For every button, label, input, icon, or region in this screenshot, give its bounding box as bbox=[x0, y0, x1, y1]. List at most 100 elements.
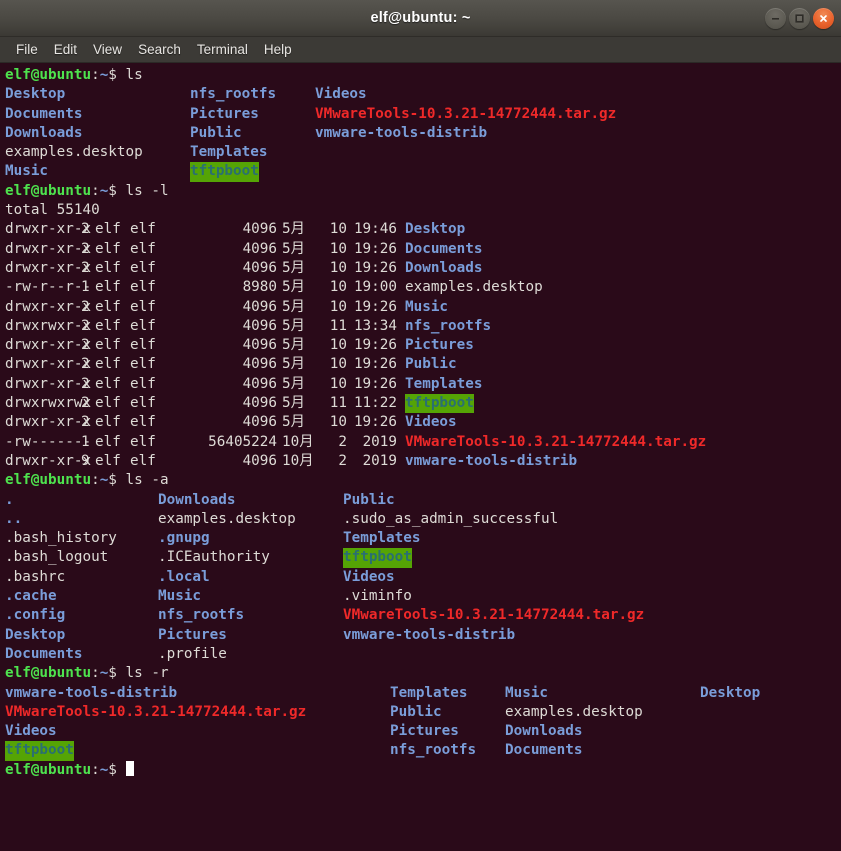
file-size: 8980 bbox=[165, 278, 277, 297]
file-entry: Desktop bbox=[5, 626, 65, 645]
close-button[interactable] bbox=[813, 8, 834, 29]
long-listing-row: -rw-r--r--1elfelf89805月1019:00examples.d… bbox=[5, 278, 841, 297]
file-name: examples.desktop bbox=[405, 278, 543, 297]
long-listing-row: drwxr-xr-x2elfelf40965月1019:26Downloads bbox=[5, 259, 841, 278]
month: 5月 bbox=[282, 317, 305, 336]
menu-item-terminal[interactable]: Terminal bbox=[189, 40, 256, 59]
file-entry: Desktop bbox=[700, 684, 760, 703]
long-listing-row: -rw-------1elfelf5640522410月22019VMwareT… bbox=[5, 433, 841, 452]
time: 19:26 bbox=[353, 298, 397, 317]
day: 10 bbox=[320, 259, 347, 278]
month: 5月 bbox=[282, 298, 305, 317]
month: 5月 bbox=[282, 413, 305, 432]
day: 10 bbox=[320, 336, 347, 355]
file-entry: Templates bbox=[343, 529, 420, 548]
output-line: Documents.profile bbox=[5, 645, 841, 664]
owner: elf bbox=[95, 259, 121, 278]
menu-item-edit[interactable]: Edit bbox=[46, 40, 85, 59]
prompt-colon: : bbox=[91, 472, 100, 488]
file-entry: .bash_logout bbox=[5, 548, 108, 567]
file-entry: tftpboot bbox=[343, 548, 412, 567]
day: 11 bbox=[320, 394, 347, 413]
file-entry: Downloads bbox=[505, 722, 582, 741]
permissions: -rw------- bbox=[5, 433, 91, 452]
prompt-command: $ ls -l bbox=[108, 183, 168, 199]
terminal-output[interactable]: elf@ubuntu:~$ ls Desktop nfs_rootfs Videos D… bbox=[0, 63, 841, 851]
file-entry: Documents bbox=[5, 105, 82, 124]
file-entry: Pictures bbox=[390, 722, 459, 741]
file-entry: examples.desktop bbox=[158, 510, 296, 529]
permissions: drwxr-xr-x bbox=[5, 452, 91, 471]
permissions: drwxr-xr-x bbox=[5, 355, 91, 374]
time: 13:34 bbox=[353, 317, 397, 336]
minimize-button[interactable] bbox=[765, 8, 786, 29]
file-size: 4096 bbox=[165, 220, 277, 239]
month: 5月 bbox=[282, 259, 305, 278]
file-entry: .ICEauthority bbox=[158, 548, 270, 567]
maximize-button[interactable] bbox=[789, 8, 810, 29]
file-size: 4096 bbox=[165, 413, 277, 432]
long-listing-row: drwxr-xr-x2elfelf40965月1019:26Templates bbox=[5, 375, 841, 394]
menu-item-help[interactable]: Help bbox=[256, 40, 300, 59]
output-line: Desktopnfs_rootfsVideos bbox=[5, 85, 841, 104]
file-size: 4096 bbox=[165, 298, 277, 317]
menu-bar: FileEditViewSearchTerminalHelp bbox=[0, 37, 841, 63]
prompt-colon: : bbox=[91, 183, 100, 199]
file-size: 4096 bbox=[165, 355, 277, 374]
output-line: Videos Pictures Downloads bbox=[5, 722, 841, 741]
link-count: 2 bbox=[81, 375, 90, 394]
permissions: drwxrwxrwx bbox=[5, 394, 91, 413]
file-name: Pictures bbox=[405, 336, 474, 355]
prompt-colon: : bbox=[91, 665, 100, 681]
long-listing-row: drwxr-xr-x2elfelf40965月1019:26Public bbox=[5, 355, 841, 374]
file-entry: .. bbox=[5, 510, 22, 529]
file-entry: nfs_rootfs bbox=[158, 606, 244, 625]
month: 10月 bbox=[282, 452, 314, 471]
link-count: 2 bbox=[81, 240, 90, 259]
prompt-line: elf@ubuntu:~$ bbox=[5, 761, 841, 780]
file-name: Desktop bbox=[405, 220, 465, 239]
long-listing-row: drwxr-xr-x2elfelf40965月1019:26Pictures bbox=[5, 336, 841, 355]
long-listing-row: drwxrwxr-x2elfelf40965月1113:34nfs_rootfs bbox=[5, 317, 841, 336]
menu-item-file[interactable]: File bbox=[8, 40, 46, 59]
group: elf bbox=[130, 375, 156, 394]
group: elf bbox=[130, 278, 156, 297]
file-entry: .bashrc bbox=[5, 568, 65, 587]
group: elf bbox=[130, 413, 156, 432]
prompt-line: elf@ubuntu:~$ ls bbox=[5, 66, 841, 85]
time: 19:46 bbox=[353, 220, 397, 239]
file-size: 4096 bbox=[165, 375, 277, 394]
output-line: .DownloadsPublic bbox=[5, 491, 841, 510]
long-listing-row: drwxr-xr-x9elfelf409610月22019vmware-tool… bbox=[5, 452, 841, 471]
file-entry: nfs_rootfs bbox=[190, 85, 276, 104]
output-line: .cacheMusic.viminfo bbox=[5, 587, 841, 606]
month: 5月 bbox=[282, 240, 305, 259]
file-entry: Templates bbox=[190, 143, 267, 162]
time: 19:26 bbox=[353, 413, 397, 432]
window-title: elf@ubuntu: ~ bbox=[370, 10, 470, 26]
file-entry: .sudo_as_admin_successful bbox=[343, 510, 558, 529]
output-line: Musictftpboot bbox=[5, 162, 841, 181]
file-entry: Videos bbox=[5, 722, 57, 741]
file-entry: Music bbox=[505, 684, 548, 703]
link-count: 2 bbox=[81, 355, 90, 374]
file-entry: Videos bbox=[315, 85, 367, 104]
menu-item-search[interactable]: Search bbox=[130, 40, 189, 59]
menu-item-view[interactable]: View bbox=[85, 40, 130, 59]
prompt-user-host: elf@ubuntu bbox=[5, 665, 91, 681]
file-entry: tftpboot bbox=[5, 741, 74, 760]
output-line: .bash_logout .ICEauthority tftpboot bbox=[5, 548, 841, 567]
prompt-path: ~ bbox=[100, 762, 109, 778]
group: elf bbox=[130, 394, 156, 413]
file-size: 4096 bbox=[165, 317, 277, 336]
group: elf bbox=[130, 355, 156, 374]
file-entry: Public bbox=[190, 124, 242, 143]
file-entry: nfs_rootfs bbox=[390, 741, 476, 760]
output-line: .confignfs_rootfsVMwareTools-10.3.21-147… bbox=[5, 606, 841, 625]
owner: elf bbox=[95, 452, 121, 471]
file-name: Templates bbox=[405, 375, 482, 394]
month: 10月 bbox=[282, 433, 314, 452]
file-name: tftpboot bbox=[405, 394, 474, 413]
link-count: 2 bbox=[81, 259, 90, 278]
file-size: 4096 bbox=[165, 259, 277, 278]
